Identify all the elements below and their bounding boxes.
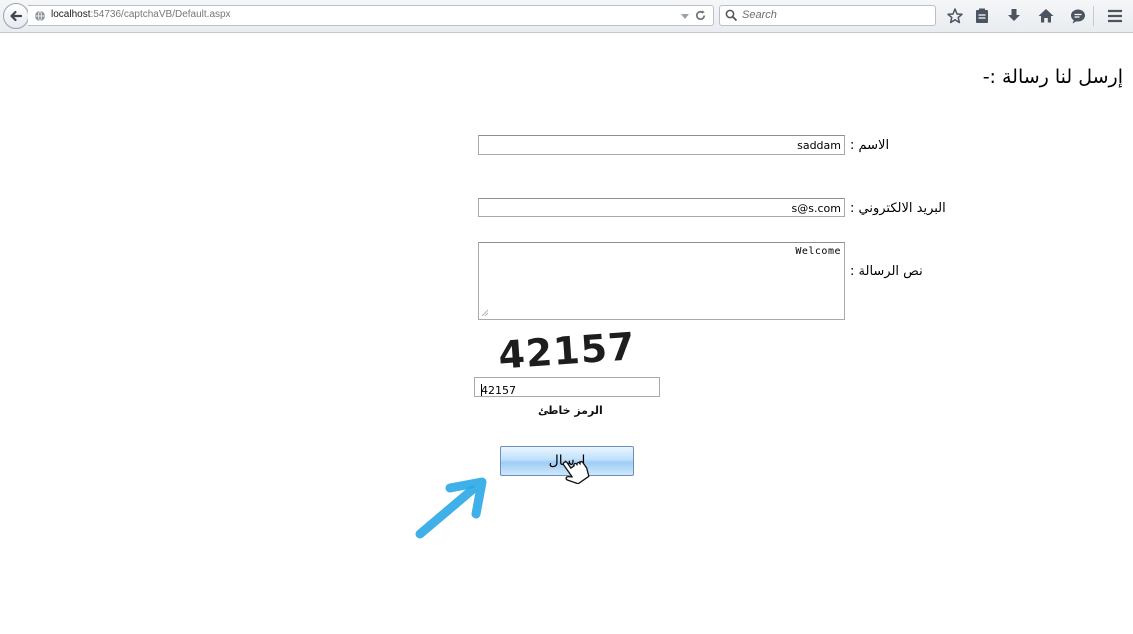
captcha-input[interactable]: 42157 (474, 377, 660, 397)
reading-list-icon[interactable] (973, 7, 991, 25)
download-icon[interactable] (1005, 7, 1023, 25)
captcha-text: 42157 (497, 324, 637, 374)
message-value: Welcome (795, 246, 841, 257)
captcha-input-value: 42157 (481, 384, 516, 397)
search-placeholder: Search (742, 9, 777, 21)
search-bar[interactable]: Search (719, 5, 936, 26)
search-icon (725, 9, 738, 22)
globe-icon (35, 10, 45, 22)
message-label: نص الرسالة : (850, 264, 923, 279)
back-button[interactable] (3, 3, 29, 29)
url-text: localhost:54736/captchaVB/Default.aspx (51, 9, 231, 20)
menu-icon[interactable] (1106, 7, 1124, 25)
back-icon (10, 10, 23, 22)
home-icon[interactable] (1037, 7, 1055, 25)
address-bar[interactable]: localhost:54736/captchaVB/Default.aspx (28, 5, 714, 26)
url-host: localhost (51, 9, 91, 20)
dropdown-icon[interactable] (679, 10, 691, 22)
text-caret (481, 384, 482, 396)
resize-grip-icon[interactable] (481, 309, 489, 317)
message-textarea[interactable]: Welcome (478, 242, 845, 320)
hand-cursor-icon (562, 461, 590, 484)
toolbar-separator (1093, 6, 1094, 26)
email-label: البريد الالكتروني : (850, 201, 946, 216)
star-icon[interactable] (946, 7, 964, 25)
captcha-image: 42157 (497, 324, 637, 374)
browser-toolbar: localhost:54736/captchaVB/Default.aspx S… (0, 0, 1133, 33)
email-field[interactable]: s@s.com (478, 198, 845, 217)
annotation-arrow-icon (415, 477, 487, 539)
captcha-error-message: الرمز خاطئ (538, 404, 603, 417)
url-path: :54736/captchaVB/Default.aspx (90, 9, 231, 20)
chat-icon[interactable] (1069, 7, 1087, 25)
name-label: الاسم : (850, 138, 890, 153)
name-field[interactable]: saddam (478, 135, 845, 155)
page-title: إرسل لنا رسالة :- (982, 66, 1123, 88)
reload-icon[interactable] (694, 9, 707, 22)
name-value: saddam (797, 139, 841, 152)
email-value: s@s.com (791, 202, 841, 215)
